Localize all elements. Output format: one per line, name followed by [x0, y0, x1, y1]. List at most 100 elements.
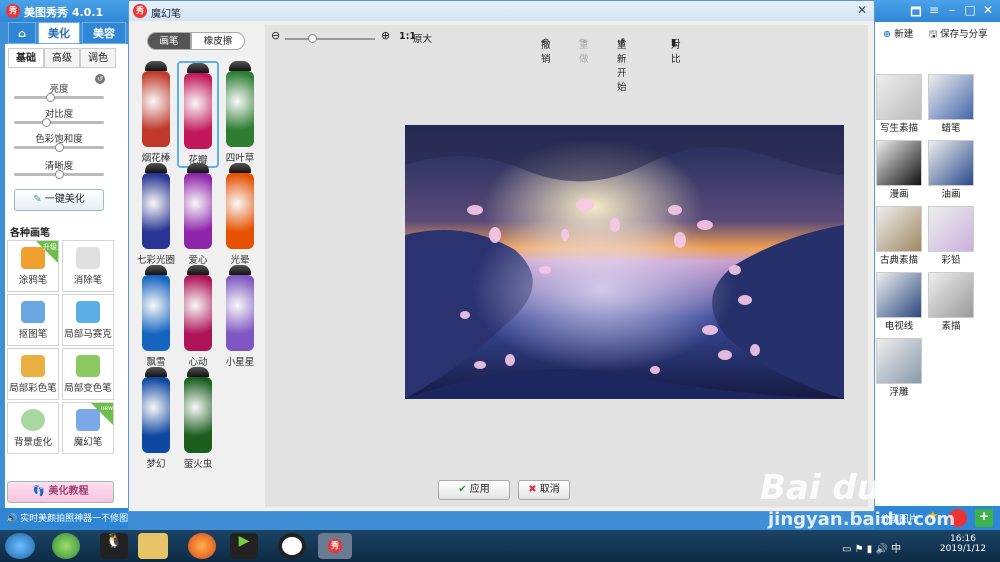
menu-icon[interactable]: ≡	[926, 3, 942, 17]
pen-label: 烟花棒	[141, 153, 171, 164]
clock[interactable]: 16:16 2019/1/12	[933, 534, 993, 554]
one-click-beautify-button[interactable]: ✎ 一键美化	[14, 189, 104, 211]
pen-item[interactable]: 飘雪	[135, 265, 177, 368]
pen-tube	[142, 71, 170, 147]
magic-pen-dialog: 秀 魔幻笔 ✕ 画笔 橡皮擦 烟花棒 花瓣 四叶草 七彩光圈 爱心 光晕 飘雪 心动 小星星 梦幻…	[128, 0, 875, 512]
dialog-close-icon[interactable]: ✕	[857, 3, 867, 17]
subtab-advanced[interactable]: 高级	[44, 48, 80, 68]
tool-mosaic[interactable]: 局部马赛克	[62, 294, 114, 346]
zoom-slider-knob[interactable]	[308, 34, 317, 43]
status-text[interactable]: 实时美颜拍照神器一不修图	[20, 514, 128, 524]
qq-icon[interactable]: 🐧	[100, 533, 128, 559]
pen-cap	[187, 163, 209, 173]
apply-button[interactable]: ✔ 应用	[438, 480, 510, 500]
pen-item[interactable]: 小星星	[219, 265, 261, 368]
app-title: 美图秀秀 4.0.1	[24, 6, 104, 19]
pen-item[interactable]: 花瓣	[177, 61, 219, 168]
pen-item[interactable]: 四叶草	[219, 61, 261, 164]
pen-item[interactable]: 烟花棒	[135, 61, 177, 164]
pen-cap	[187, 367, 209, 377]
tool-blur-bg[interactable]: 背景虚化	[7, 402, 59, 454]
subtab-color[interactable]: 调色	[80, 48, 116, 68]
effect-thumbnail	[928, 140, 974, 186]
new-badge-text: new	[100, 405, 113, 412]
subtab-basic[interactable]: 基础	[8, 48, 44, 68]
tool-local-color[interactable]: 局部彩色笔	[7, 348, 59, 400]
effect-item[interactable]: 油画	[928, 140, 981, 200]
saturation-slider[interactable]	[14, 143, 104, 152]
pen-item[interactable]: 萤火虫	[177, 367, 219, 470]
tray-icons[interactable]: ▭ ⚑ ▮ 🔊 中	[842, 540, 901, 555]
right-panel: ⊕ 新建 🖫 保存与分享 写生素描 蜡笔 漫画 油画 古典素描 彩铅 电视线 素描 浮雕 分享图…	[875, 22, 1000, 530]
effect-item[interactable]: 浮雕	[876, 338, 929, 398]
pen-cap	[229, 265, 251, 275]
effect-item[interactable]: 蜡笔	[928, 74, 981, 134]
slider-knob[interactable]	[55, 170, 64, 179]
effect-label: 写生素描	[879, 123, 918, 134]
pen-cap	[229, 163, 251, 173]
maximize-icon[interactable]: □	[962, 3, 978, 17]
dialog-titlebar: 秀 魔幻笔 ✕	[129, 1, 874, 21]
tab-home[interactable]: ⌂	[8, 22, 36, 44]
watermark: Bai du 经验 jingyan.baidu.com	[760, 460, 961, 530]
effect-thumbnail	[876, 74, 922, 120]
tool-eraser[interactable]: 消除笔	[62, 240, 114, 292]
tool-magic-pen[interactable]: 魔幻笔 new	[62, 402, 114, 454]
save-icon: 🖫	[929, 29, 941, 40]
browser-icon[interactable]	[52, 533, 80, 559]
video-app-icon[interactable]: ▶	[230, 533, 258, 559]
cutout-pen-icon	[21, 301, 45, 323]
status-bar: 🔊 实时美颜拍照神器一不修图	[0, 508, 128, 530]
sharpness-slider[interactable]	[14, 170, 104, 179]
tool-color-change[interactable]: 局部变色笔	[62, 348, 114, 400]
tab-beauty[interactable]: 美容	[82, 22, 126, 44]
tab-eraser[interactable]: 橡皮擦	[191, 32, 245, 50]
effect-item[interactable]: 彩铅	[928, 206, 981, 266]
pen-tube	[142, 377, 170, 453]
meitu-taskbar-icon[interactable]: 秀	[318, 533, 352, 559]
pen-item[interactable]: 梦幻	[135, 367, 177, 470]
contrast-slider[interactable]	[14, 118, 104, 127]
pen-item[interactable]: 心动	[177, 265, 219, 368]
slider-knob[interactable]	[41, 118, 51, 127]
home-icon: ⌂	[18, 27, 26, 40]
photo-canvas[interactable]	[405, 125, 844, 399]
pen-item[interactable]: 爱心	[177, 163, 219, 266]
start-button-icon[interactable]	[5, 533, 35, 559]
effect-item[interactable]: 素描	[928, 272, 981, 332]
pen-item[interactable]: 光晕	[219, 163, 261, 266]
slider-knob[interactable]	[46, 93, 55, 102]
zoom-slider[interactable]	[285, 34, 375, 43]
folder-icon[interactable]	[138, 533, 168, 559]
zoom-out-icon[interactable]: ⊖	[271, 29, 280, 42]
tool-doodle[interactable]: 涂鸦笔 升级	[7, 240, 59, 292]
cancel-button[interactable]: ✖ 取消	[518, 480, 570, 500]
pen-cap	[145, 265, 167, 275]
tutorial-button[interactable]: 👣 美化教程	[7, 481, 114, 503]
tab-beautify[interactable]: 美化	[38, 22, 80, 44]
record-icon[interactable]	[278, 533, 306, 559]
minimize-icon[interactable]: –	[944, 3, 960, 17]
firefox-icon[interactable]	[188, 533, 216, 559]
app-logo-icon: 秀	[6, 4, 20, 18]
slider-knob[interactable]	[55, 143, 64, 152]
effect-label: 蜡笔	[941, 123, 961, 134]
pen-cap	[145, 163, 167, 173]
zoom-in-icon[interactable]: ⊕	[381, 29, 390, 42]
clock-date: 2019/1/12	[939, 544, 987, 554]
original-size-label[interactable]: 原大	[413, 31, 432, 45]
brightness-slider[interactable]	[14, 93, 104, 102]
skin-icon[interactable]: 🗖	[908, 3, 924, 24]
tab-brush[interactable]: 画笔	[147, 32, 191, 50]
pen-cap	[187, 265, 209, 275]
brushes-heading: 各种画笔	[10, 228, 50, 239]
new-button[interactable]: ⊕ 新建	[883, 26, 913, 40]
footprint-icon: 👣	[32, 486, 49, 497]
add-share-icon[interactable]: +	[975, 509, 993, 527]
tool-cutout[interactable]: 抠图笔	[7, 294, 59, 346]
effect-thumbnail	[876, 338, 922, 384]
canvas-area: ⊖ ⊕ 1:1 原大 ↶ 撤销 ↷ 重做 ↺ 重新开始 ◧ 对比 ✔ 应用 ✖ …	[265, 25, 868, 507]
save-share-button[interactable]: 🖫 保存与分享	[929, 26, 988, 43]
close-icon[interactable]: ✕	[980, 3, 996, 17]
pen-item[interactable]: 七彩光圈	[135, 163, 177, 266]
